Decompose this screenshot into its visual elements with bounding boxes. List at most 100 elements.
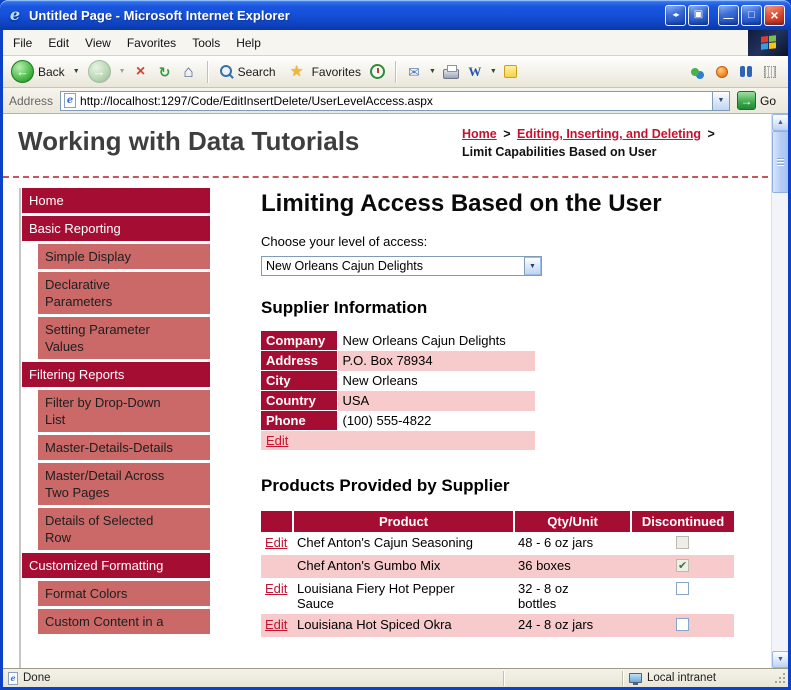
window-title: Untitled Page - Microsoft Internet Explo…: [29, 7, 290, 23]
nav-item-label: Master/Detail Across Two Pages: [45, 468, 165, 500]
address-dropdown-button[interactable]: ▼: [711, 91, 729, 110]
search-label: Search: [237, 64, 276, 79]
mail-icon[interactable]: ✉: [403, 65, 425, 79]
breadcrumb-home-link[interactable]: Home: [462, 126, 497, 144]
sidebar-item-customized-formatting[interactable]: Customized Formatting: [22, 553, 210, 578]
search-button[interactable]: Search: [215, 62, 280, 81]
row-label: Company: [261, 331, 338, 351]
go-label: Go: [759, 93, 776, 108]
scroll-down-icon: ▼: [777, 656, 784, 663]
scroll-up-button[interactable]: ▲: [772, 114, 788, 131]
sidebar-item-format-colors[interactable]: Format Colors: [38, 581, 210, 606]
breadcrumb-separator: >: [503, 127, 511, 141]
messenger-icon[interactable]: [691, 67, 699, 76]
minimize-button[interactable]: —: [718, 4, 739, 26]
history-icon[interactable]: [369, 64, 385, 79]
window-screen-button[interactable]: ▣: [688, 4, 709, 26]
sidebar-item-basic-reporting[interactable]: Basic Reporting: [22, 216, 210, 241]
discontinued-checkbox[interactable]: [676, 536, 689, 549]
title-bar[interactable]: e Untitled Page - Microsoft Internet Exp…: [0, 0, 791, 30]
supplier-row: Country USA: [261, 390, 535, 411]
address-bar: Address e http://localhost:1297/Code/Edi…: [3, 88, 788, 114]
window-nav-arrows-button[interactable]: ◂▸: [665, 4, 686, 26]
home-icon[interactable]: ⌂: [178, 63, 200, 80]
qty-text: 24 - 8 oz jars: [518, 617, 594, 632]
go-icon: →: [736, 91, 756, 110]
edit-dropdown-icon[interactable]: ▼: [490, 68, 497, 75]
address-input[interactable]: e http://localhost:1297/Code/EditInsertD…: [60, 90, 730, 111]
page-icon: e: [64, 93, 77, 108]
menu-favorites[interactable]: Favorites: [119, 31, 184, 55]
product-row: Edit Louisiana Hot Spiced Okra 24 - 8 oz…: [261, 614, 734, 637]
media-icon[interactable]: [716, 65, 728, 78]
product-edit-link[interactable]: Edit: [265, 617, 287, 632]
forward-icon: →: [87, 60, 111, 83]
access-level-select[interactable]: New Orleans Cajun Delights ▼: [261, 256, 542, 276]
menu-help[interactable]: Help: [228, 31, 269, 55]
nav-item-label: Setting Parameter Values: [45, 322, 150, 354]
forward-button[interactable]: →: [84, 58, 115, 85]
supplier-edit-link[interactable]: Edit: [266, 433, 288, 448]
binoculars-icon[interactable]: [740, 66, 745, 77]
zone-text: Local intranet: [647, 672, 717, 684]
column-header-edit: [261, 511, 293, 532]
supplier-edit-row: Edit: [261, 430, 535, 450]
stop-icon[interactable]: ×: [130, 63, 152, 80]
status-text: Done: [23, 672, 51, 684]
go-button[interactable]: → Go: [735, 91, 784, 110]
back-dropdown-icon[interactable]: ▼: [73, 68, 80, 75]
select-dropdown-button[interactable]: ▼: [524, 257, 541, 275]
discontinued-cell: [631, 555, 734, 578]
refresh-icon[interactable]: ↻: [154, 65, 176, 79]
page-title: Limiting Access Based on the User: [261, 190, 662, 217]
product-name: Louisiana Fiery Hot Pepper Sauce: [297, 581, 455, 611]
sidebar-item-setting-parameter-values[interactable]: Setting Parameter Values: [38, 317, 210, 359]
column-header-qty: Qty/Unit: [513, 511, 631, 532]
menu-view[interactable]: View: [77, 31, 119, 55]
menu-tools[interactable]: Tools: [184, 31, 228, 55]
products-table: Product Qty/Unit Discontinued Edit Chef …: [261, 511, 734, 637]
maximize-icon: □: [748, 8, 755, 21]
discontinued-checkbox[interactable]: [676, 582, 689, 595]
sidebar-item-master-details-details[interactable]: Master-Details-Details: [38, 435, 210, 460]
select-grid-icon[interactable]: [764, 65, 776, 78]
sidebar-item-filtering-reports[interactable]: Filtering Reports: [22, 362, 210, 387]
scrollbar-thumb[interactable]: [772, 131, 788, 193]
discontinued-checkbox[interactable]: [676, 559, 689, 572]
minimize-icon: —: [723, 13, 734, 24]
document-e-glyph: e: [10, 673, 16, 683]
discontinued-checkbox[interactable]: [676, 618, 689, 631]
product-name: Chef Anton's Cajun Seasoning: [297, 535, 473, 550]
maximize-button[interactable]: □: [741, 4, 762, 26]
sidebar-item-custom-content[interactable]: Custom Content in a: [38, 609, 210, 634]
mail-dropdown-icon[interactable]: ▼: [429, 68, 436, 75]
menu-file[interactable]: File: [5, 31, 40, 55]
sidebar-item-home[interactable]: Home: [22, 188, 210, 213]
back-button[interactable]: ← Back: [7, 58, 69, 85]
product-edit-link[interactable]: Edit: [265, 581, 287, 596]
scroll-up-icon: ▲: [777, 119, 784, 126]
close-button[interactable]: ×: [764, 4, 785, 26]
breadcrumb-section-link[interactable]: Editing, Inserting, and Deleting: [517, 126, 701, 144]
favorites-button[interactable]: ★ Favorites: [282, 62, 365, 81]
product-cell: Chef Anton's Cajun Seasoning: [293, 532, 514, 555]
row-value: (100) 555-4822: [342, 413, 432, 428]
sidebar-item-declarative-parameters[interactable]: Declarative Parameters: [38, 272, 210, 314]
resize-grip[interactable]: [773, 671, 787, 685]
row-value: New Orleans Cajun Delights: [342, 333, 506, 349]
discuss-icon[interactable]: [503, 65, 517, 78]
menu-edit[interactable]: Edit: [40, 31, 77, 55]
forward-dropdown-icon[interactable]: ▼: [119, 68, 126, 75]
vertical-scrollbar[interactable]: ▲ ▼: [771, 114, 788, 668]
window-controls: ◂▸ ▣ — □ ×: [665, 4, 785, 26]
sidebar-item-master-detail-across-two-pages[interactable]: Master/Detail Across Two Pages: [38, 463, 210, 505]
edit-cell: Edit: [261, 578, 293, 614]
access-level-label: Choose your level of access:: [261, 234, 428, 249]
edit-with-word-icon[interactable]: W: [464, 65, 486, 78]
sidebar-item-simple-display[interactable]: Simple Display: [38, 244, 210, 269]
print-icon[interactable]: [442, 64, 459, 79]
scroll-down-button[interactable]: ▼: [772, 651, 788, 668]
sidebar-item-filter-by-drop-down-list[interactable]: Filter by Drop-Down List: [38, 390, 210, 432]
sidebar-item-details-of-selected-row[interactable]: Details of Selected Row: [38, 508, 210, 550]
product-edit-link[interactable]: Edit: [265, 535, 287, 550]
